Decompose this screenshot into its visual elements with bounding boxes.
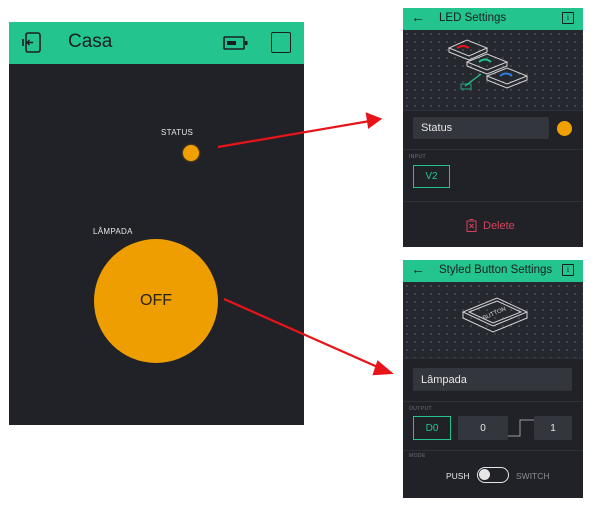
device-status-icon[interactable] — [223, 33, 249, 53]
info-icon[interactable]: i — [562, 264, 574, 276]
dashboard-screen: Casa STATUS LÂMPADA OFF — [9, 22, 304, 425]
mode-selector: PUSH SWITCH — [403, 465, 583, 485]
led-widget-label: STATUS — [161, 128, 194, 137]
input-section-label: INPUT — [409, 154, 426, 160]
input-pin-selector[interactable]: V2 — [413, 165, 450, 188]
led-color-picker[interactable] — [557, 121, 572, 136]
svg-text:BUTTON: BUTTON — [482, 306, 507, 321]
value-range-connector — [508, 419, 534, 437]
divider — [403, 401, 583, 402]
mode-switch-label: SWITCH — [516, 471, 550, 481]
button-preview-illustration-icon: BUTTON — [461, 297, 529, 333]
back-arrow-icon[interactable]: ← — [411, 9, 425, 25]
button-name-field[interactable]: Lâmpada — [413, 368, 572, 391]
led-settings-header: ← LED Settings i — [403, 8, 583, 30]
divider — [403, 201, 583, 202]
led-settings-panel: ← LED Settings i Status INPUT V2 Delete — [403, 8, 583, 247]
arrow-head — [372, 360, 394, 376]
button-widget-label: LÂMPADA — [93, 227, 133, 236]
high-value-field[interactable]: 1 — [534, 416, 572, 440]
led-indicator — [183, 145, 199, 161]
low-value-field[interactable]: 0 — [458, 416, 508, 440]
output-pin-selector[interactable]: D0 — [413, 416, 451, 440]
divider — [403, 149, 583, 150]
trash-icon — [466, 219, 477, 232]
add-widget-icon[interactable] — [271, 32, 291, 53]
exit-icon[interactable] — [22, 32, 42, 53]
led-name-field[interactable]: Status — [413, 117, 549, 139]
app-header: Casa — [9, 22, 304, 64]
mode-toggle-switch[interactable] — [477, 467, 509, 483]
led-widget-preview — [403, 30, 583, 110]
mode-push-label: PUSH — [446, 471, 470, 481]
output-section-label: OUTPUT — [409, 406, 432, 412]
led-settings-title: LED Settings — [439, 12, 507, 24]
back-arrow-icon[interactable]: ← — [411, 261, 425, 277]
info-icon[interactable]: i — [562, 12, 574, 24]
toggle-knob — [479, 469, 490, 480]
delete-label: Delete — [483, 219, 515, 232]
arrow-head — [365, 112, 383, 129]
divider — [403, 450, 583, 451]
divider — [403, 358, 583, 359]
lamp-toggle-button[interactable]: OFF — [94, 239, 218, 363]
app-title: Casa — [68, 31, 113, 52]
mode-section-label: MODE — [409, 453, 426, 459]
button-widget-preview: BUTTON — [403, 282, 583, 358]
led-preview-illustration-icon — [447, 39, 529, 90]
divider — [403, 110, 583, 111]
button-settings-header: ← Styled Button Settings i — [403, 260, 583, 282]
delete-button[interactable]: Delete — [466, 219, 515, 232]
button-settings-title: Styled Button Settings — [439, 264, 553, 276]
button-settings-panel: ← Styled Button Settings i BUTTON Lâmpad… — [403, 260, 583, 498]
